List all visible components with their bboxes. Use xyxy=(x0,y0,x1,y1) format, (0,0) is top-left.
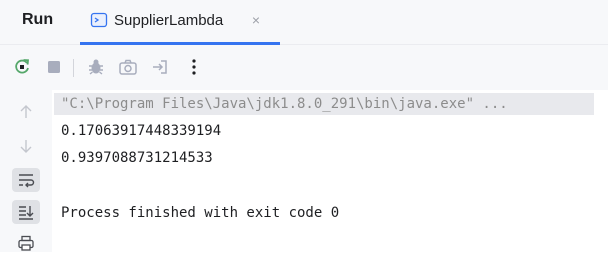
output-line: 0.17063917448339194 xyxy=(61,123,222,139)
tab-label: SupplierLambda xyxy=(114,12,224,29)
stop-icon[interactable] xyxy=(42,55,66,79)
scroll-to-end-icon[interactable] xyxy=(12,200,40,224)
run-toolbar xyxy=(0,45,608,90)
run-title: Run xyxy=(22,11,54,28)
print-icon[interactable] xyxy=(12,231,40,255)
console-side-toolbar xyxy=(0,90,52,252)
arrow-down-icon[interactable] xyxy=(12,134,40,158)
command-line[interactable]: "C:\Program Files\Java\jdk1.8.0_291\bin\… xyxy=(61,94,508,114)
soft-wrap-icon[interactable] xyxy=(12,168,40,192)
run-configuration-icon xyxy=(90,11,108,29)
rerun-icon[interactable] xyxy=(10,55,34,79)
screenshot-icon[interactable] xyxy=(116,55,140,79)
arrow-up-icon[interactable] xyxy=(12,100,40,124)
exit-icon[interactable] xyxy=(148,55,172,79)
output-line: 0.9397088731214533 xyxy=(61,150,213,166)
console-output[interactable]: "C:\Program Files\Java\jdk1.8.0_291\bin\… xyxy=(52,90,608,252)
tab-supplier-lambda[interactable]: SupplierLambda × xyxy=(80,0,280,45)
exit-message: Process finished with exit code 0 xyxy=(61,205,340,221)
run-tool-window-header: Run SupplierLambda × xyxy=(0,0,608,45)
toolbar-separator xyxy=(73,59,74,77)
more-options-icon[interactable] xyxy=(182,55,206,79)
close-tab-icon[interactable]: × xyxy=(248,11,264,29)
debug-icon[interactable] xyxy=(84,55,108,79)
